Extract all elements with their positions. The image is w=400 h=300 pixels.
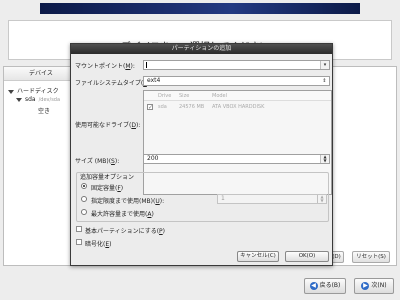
fs-type-select[interactable]: ext4 ⇕ (143, 76, 330, 86)
primary-partition-label[interactable]: 基本パーティションにする(P) (85, 226, 165, 235)
capacity-options-title: 追加容量オプション (80, 174, 135, 181)
drive-list-header: Drive Size Model (144, 91, 331, 101)
encrypt-label[interactable]: 暗号化(E) (85, 239, 111, 248)
mount-point-combo[interactable]: ▾ (143, 60, 330, 70)
spin-arrows-icon[interactable]: ▲ ▼ (320, 155, 329, 163)
back-button[interactable]: ◀ 戻る(B) (304, 278, 346, 294)
text-caret (146, 62, 147, 68)
ok-button[interactable]: OK(O) (285, 251, 329, 262)
encrypt-checkbox[interactable] (76, 239, 82, 245)
dropdown-arrow-icon[interactable]: ▾ (320, 61, 329, 69)
limit-spinbox[interactable]: 1 ▲ ▼ (217, 194, 327, 204)
size-label: サイズ (MB)(S): (75, 158, 120, 165)
arrow-left-icon: ◀ (309, 281, 318, 290)
fill-max-radio[interactable] (81, 209, 87, 215)
fixed-size-radio[interactable] (81, 183, 87, 189)
updown-icon: ⇕ (320, 77, 329, 85)
fill-to-limit-radio[interactable] (81, 196, 87, 202)
drive-row[interactable]: sda 24576 MB ATA VBOX HARDDISK (144, 102, 331, 113)
mount-point-label: マウントポイント(M): (75, 63, 135, 70)
expand-icon[interactable] (8, 89, 14, 94)
header-banner (40, 3, 360, 14)
reset-button[interactable]: リセット(S) (352, 251, 390, 263)
drive-checkbox[interactable] (147, 103, 153, 113)
primary-partition-checkbox[interactable] (76, 226, 82, 232)
cancel-button[interactable]: キャンセル(C) (237, 251, 279, 262)
tree-item-free[interactable]: 空き (38, 106, 50, 115)
fill-max-label[interactable]: 最大許容量まで使用(A) (91, 209, 154, 218)
add-partition-dialog: パーティションの追加 マウントポイント(M): ▾ ファイルシステムタイプ(T)… (70, 43, 333, 266)
tree-item-sda[interactable]: sda/dev/sda (16, 96, 60, 103)
drives-label: 使用可能なドライブ(D): (75, 122, 141, 129)
fs-type-label: ファイルシステムタイプ(T): (75, 80, 151, 87)
next-button[interactable]: ▶ 次(N) (354, 278, 394, 294)
capacity-options-group: 追加容量オプション 固定容量(F) 指定限度まで使用(MB)(U): 1 ▲ ▼ … (76, 172, 329, 222)
dialog-title: パーティションの追加 (71, 44, 332, 54)
tree-item-hard-disks[interactable]: ハードディスク (8, 86, 59, 95)
fill-to-limit-label[interactable]: 指定限度まで使用(MB)(U): (91, 196, 164, 205)
device-column-header[interactable]: デバイス (4, 67, 74, 81)
arrow-right-icon: ▶ (361, 281, 370, 290)
fixed-size-label[interactable]: 固定容量(F) (91, 183, 123, 192)
spin-arrows-icon[interactable]: ▲ ▼ (317, 195, 326, 203)
size-spinbox[interactable]: 200 ▲ ▼ (143, 154, 330, 164)
expand-icon[interactable] (16, 97, 22, 102)
